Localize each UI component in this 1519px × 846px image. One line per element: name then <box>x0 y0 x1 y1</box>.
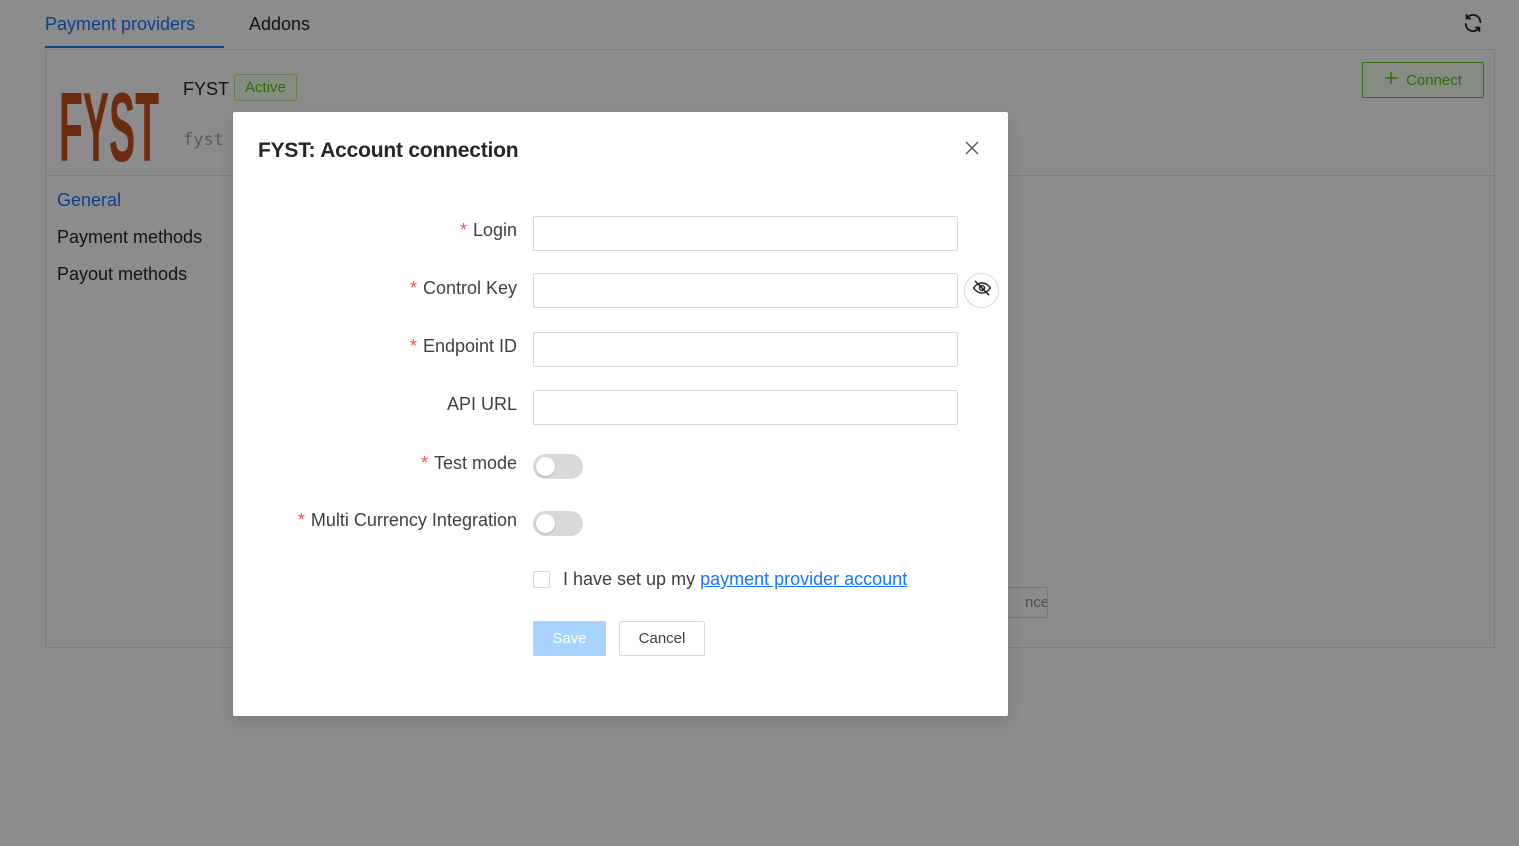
endpoint-id-label: * Endpoint ID <box>409 336 517 356</box>
save-button[interactable]: Save <box>533 621 606 656</box>
test-mode-switch[interactable] <box>533 454 583 479</box>
dialog-title: FYST: Account connection <box>258 139 519 162</box>
account-connection-dialog: FYST: Account connection * Login * Control… <box>233 112 1008 716</box>
eye-off-icon <box>972 278 992 303</box>
control-key-input[interactable] <box>533 273 958 308</box>
test-mode-label: * Test mode <box>420 453 517 473</box>
login-input[interactable] <box>533 216 958 251</box>
required-mark: * <box>420 453 428 473</box>
multi-currency-switch[interactable] <box>533 511 583 536</box>
multi-currency-label: * Multi Currency Integration <box>297 510 517 530</box>
switch-knob <box>536 457 555 476</box>
required-mark: * <box>297 510 305 530</box>
endpoint-id-input[interactable] <box>533 332 958 367</box>
required-mark: * <box>459 220 467 240</box>
api-url-input[interactable] <box>533 390 958 425</box>
toggle-visibility-button[interactable] <box>964 273 999 308</box>
required-mark: * <box>409 336 417 356</box>
cancel-button[interactable]: Cancel <box>619 621 705 656</box>
agreement-row: I have set up my payment provider accoun… <box>533 569 907 590</box>
switch-knob <box>536 514 555 533</box>
close-icon[interactable] <box>960 136 984 160</box>
api-url-label: API URL <box>446 394 517 414</box>
control-key-label: * Control Key <box>409 278 517 298</box>
agreement-text: I have set up my <box>563 569 696 589</box>
agreement-checkbox[interactable] <box>533 571 550 588</box>
payment-provider-account-link[interactable]: payment provider account <box>700 569 907 590</box>
login-label: * Login <box>459 220 517 240</box>
required-mark: * <box>409 278 417 298</box>
